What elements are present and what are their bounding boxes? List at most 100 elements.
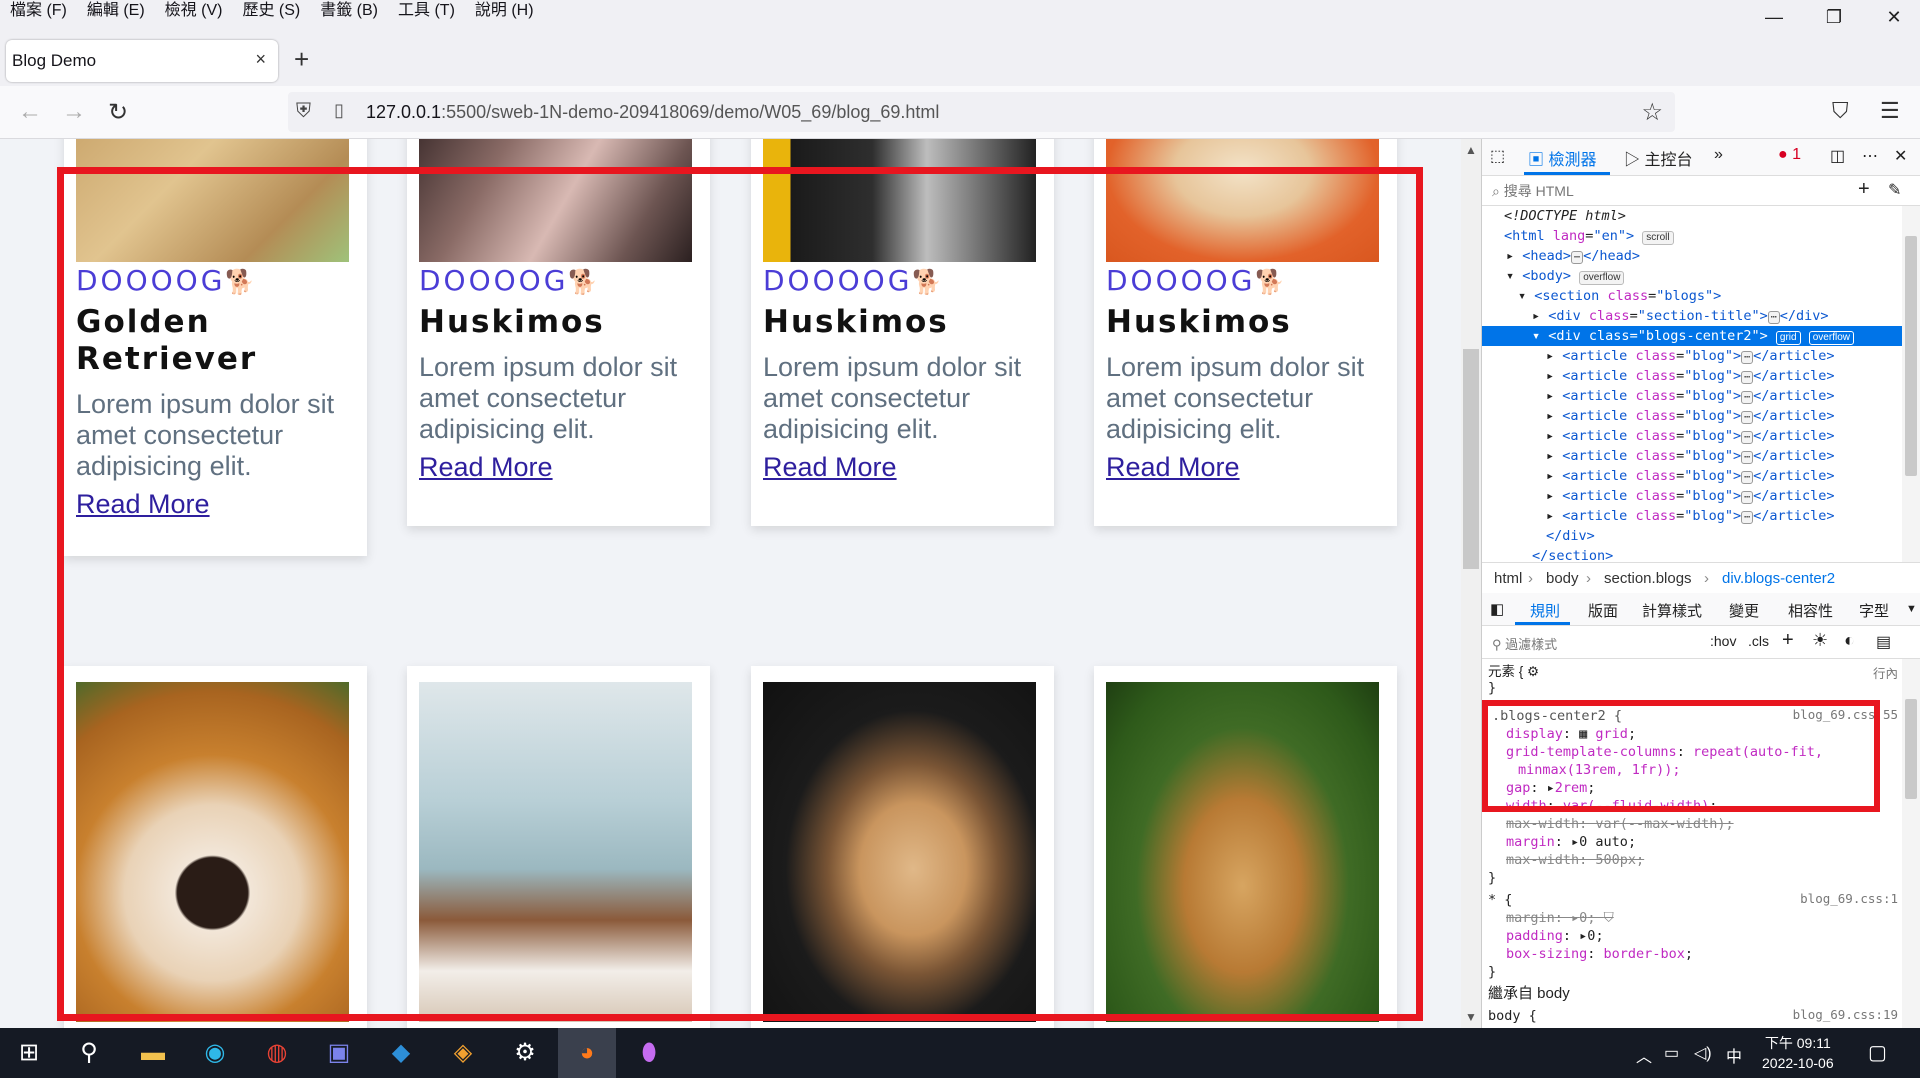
git-icon[interactable]: ◈: [446, 1038, 480, 1068]
file-explorer-icon[interactable]: ▬: [136, 1038, 170, 1068]
bookmark-star-icon[interactable]: ☆: [1641, 98, 1663, 127]
rules-scrollbar[interactable]: [1902, 659, 1920, 1028]
menu-edit[interactable]: 編輯 (E): [77, 0, 155, 22]
tab-computed[interactable]: 計算樣式: [1642, 600, 1702, 621]
hov-toggle[interactable]: :hov: [1710, 633, 1736, 649]
tree-article[interactable]: ▸ <article class="blog"> ⋯ </article>: [1546, 446, 1834, 466]
read-more-link[interactable]: Read More: [419, 452, 553, 483]
breadcrumb-html[interactable]: html: [1494, 570, 1522, 587]
forward-icon[interactable]: →: [62, 98, 86, 126]
maximize-button[interactable]: ❐: [1804, 0, 1864, 34]
tab-inspector[interactable]: ▣ 檢測器: [1528, 146, 1596, 170]
scrollbar-thumb[interactable]: [1463, 349, 1479, 569]
shield-icon[interactable]: ⛨: [296, 100, 311, 123]
more-tools-icon[interactable]: »: [1714, 146, 1723, 164]
rule-body-selector[interactable]: body {: [1488, 1007, 1537, 1025]
tree-div-close[interactable]: </div>: [1546, 526, 1595, 546]
devtools-close-icon[interactable]: ✕: [1894, 146, 1907, 166]
reload-icon[interactable]: ↻: [108, 98, 128, 127]
read-more-link[interactable]: Read More: [1106, 452, 1240, 483]
rule-universal-selector[interactable]: * {: [1488, 891, 1512, 909]
dock-icon[interactable]: ◫: [1830, 146, 1845, 166]
tree-article[interactable]: ▸ <article class="blog"> ⋯ </article>: [1546, 386, 1834, 406]
tab-changes[interactable]: 變更: [1729, 600, 1759, 621]
page-icon[interactable]: ▯: [334, 100, 344, 121]
sidebar-toggle-icon[interactable]: ◧: [1490, 600, 1504, 618]
html-search[interactable]: ⌕ 搜尋 HTML + ✎: [1482, 175, 1920, 206]
tree-article[interactable]: ▸ <article class="blog"> ⋯ </article>: [1546, 346, 1834, 366]
menu-bookmarks[interactable]: 書籤 (B): [310, 0, 388, 22]
edge-icon[interactable]: ◉: [198, 1038, 232, 1068]
tree-section-blogs[interactable]: ▾ <section class="blogs">: [1518, 286, 1721, 306]
tree-article[interactable]: ▸ <article class="blog"> ⋯ </article>: [1546, 366, 1834, 386]
tree-article[interactable]: ▸ <article class="blog"> ⋯ </article>: [1546, 426, 1834, 446]
tab-close-icon[interactable]: ×: [255, 49, 266, 70]
prop-max-width[interactable]: max-width: var(--max-width);: [1506, 815, 1734, 833]
menu-view[interactable]: 檢視 (V): [155, 0, 233, 22]
breadcrumb-section[interactable]: section.blogs: [1604, 570, 1692, 587]
tabs-overflow-icon[interactable]: ▼: [1906, 603, 1917, 615]
devtools-menu-icon[interactable]: ⋯: [1862, 146, 1878, 166]
prop-max-width-2[interactable]: max-width: 500px;: [1506, 851, 1644, 869]
tree-body[interactable]: ▾ <body> overflow: [1506, 266, 1625, 286]
page-scrollbar[interactable]: ▲ ▼: [1461, 139, 1481, 1028]
tree-article[interactable]: ▸ <article class="blog"> ⋯ </article>: [1546, 506, 1834, 526]
read-more-link[interactable]: Read More: [763, 452, 897, 483]
network-icon[interactable]: ▭: [1664, 1043, 1679, 1063]
start-icon[interactable]: ⊞: [12, 1038, 46, 1068]
rule-source-link[interactable]: blog_69.css:19: [1793, 1007, 1898, 1022]
menu-help[interactable]: 說明 (H): [465, 0, 544, 22]
menu-history[interactable]: 歷史 (S): [232, 0, 310, 22]
settings-gear-icon[interactable]: ⚙: [508, 1038, 542, 1068]
read-more-link[interactable]: Read More: [76, 489, 210, 520]
search-icon[interactable]: ⚲: [72, 1038, 106, 1068]
chrome-icon[interactable]: ◍: [260, 1038, 294, 1068]
styles-filter[interactable]: ⚲ 過濾樣式 :hov .cls + ☀ ◐ ▤: [1482, 626, 1920, 659]
url-text[interactable]: 127.0.0.1:5500/sweb-1N-demo-209418069/de…: [366, 102, 939, 123]
tab-compat[interactable]: 相容性: [1788, 600, 1833, 621]
minimize-button[interactable]: —: [1744, 0, 1804, 34]
tree-html[interactable]: <html lang="en"> scroll: [1504, 226, 1674, 246]
tree-doctype[interactable]: <!DOCTYPE html>: [1504, 206, 1626, 226]
tray-chevron-icon[interactable]: ︿: [1636, 1043, 1652, 1067]
tree-article[interactable]: ▸ <article class="blog"> ⋯ </article>: [1546, 466, 1834, 486]
url-bar[interactable]: ⛨ ▯ 127.0.0.1:5500/sweb-1N-demo-20941806…: [288, 92, 1675, 132]
volume-icon[interactable]: ◁): [1694, 1043, 1712, 1063]
add-node-icon[interactable]: +: [1858, 178, 1870, 201]
prop-margin[interactable]: margin: ▸0 auto;: [1506, 833, 1636, 851]
print-mode-icon[interactable]: ▤: [1876, 632, 1891, 652]
tab-layout[interactable]: 版面: [1588, 600, 1618, 621]
breadcrumb-div[interactable]: div.blogs-center2: [1722, 570, 1835, 587]
breadcrumb-body[interactable]: body: [1546, 570, 1579, 587]
new-tab-button[interactable]: +: [294, 44, 309, 75]
tree-article[interactable]: ▸ <article class="blog"> ⋯ </article>: [1546, 486, 1834, 506]
tree-head[interactable]: ▸ <head> ⋯ </head>: [1506, 246, 1640, 266]
tab-console[interactable]: ▷ 主控台: [1624, 146, 1692, 170]
tab-blog-demo[interactable]: Blog Demo ×: [6, 40, 278, 82]
scroll-down-icon[interactable]: ▼: [1465, 1010, 1477, 1024]
prop-margin-overridden[interactable]: margin: ▸0; ⛉: [1506, 909, 1614, 927]
eyedropper-icon[interactable]: ✎: [1888, 180, 1901, 200]
firefox-icon[interactable]: ◕: [558, 1028, 616, 1078]
element-picker-icon[interactable]: ⬚: [1490, 146, 1505, 166]
menu-file[interactable]: 檔案 (F): [0, 0, 77, 22]
teams-icon[interactable]: ▣: [322, 1038, 356, 1068]
ime-indicator[interactable]: 中: [1726, 1043, 1742, 1067]
add-rule-icon[interactable]: +: [1782, 629, 1794, 652]
vscode-icon[interactable]: ◆: [384, 1038, 418, 1068]
app-menu-icon[interactable]: ☰: [1880, 98, 1900, 124]
clock[interactable]: 下午 09:11 2022-10-06: [1762, 1033, 1834, 1073]
light-mode-icon[interactable]: ☀: [1812, 630, 1828, 651]
prop-padding[interactable]: padding: ▸0;: [1506, 927, 1604, 945]
pocket-icon[interactable]: ⛉: [1832, 98, 1849, 124]
tree-article[interactable]: ▸ <article class="blog"> ⋯ </article>: [1546, 406, 1834, 426]
markup-scrollbar[interactable]: [1902, 206, 1920, 601]
menu-tools[interactable]: 工具 (T): [388, 0, 465, 22]
prop-box-sizing[interactable]: box-sizing: border-box;: [1506, 945, 1693, 963]
back-icon[interactable]: ←: [18, 98, 42, 126]
scroll-up-icon[interactable]: ▲: [1465, 143, 1477, 157]
tab-fonts[interactable]: 字型: [1859, 600, 1889, 621]
rule-source-link[interactable]: blog_69.css:1: [1800, 891, 1898, 906]
tab-rules[interactable]: 規則: [1530, 600, 1560, 621]
dark-mode-icon[interactable]: ◐: [1844, 630, 1855, 651]
